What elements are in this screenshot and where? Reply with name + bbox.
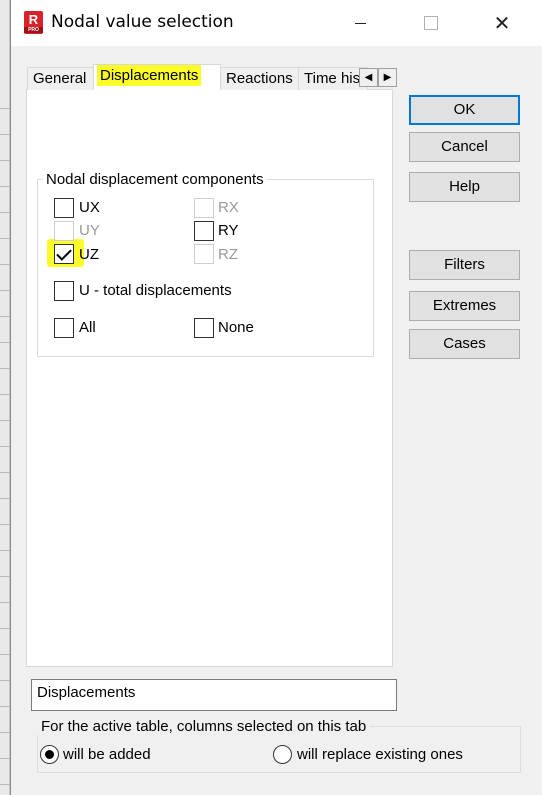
uz-label: UZ (79, 246, 99, 263)
tab-time-history[interactable]: Time his (298, 67, 368, 90)
ux-label: UX (79, 199, 100, 216)
extremes-button[interactable]: Extremes (409, 291, 520, 321)
minimize-icon (354, 22, 366, 24)
all-checkbox[interactable] (54, 318, 74, 338)
nodal-value-selection-dialog: R PRO Nodal value selection ✕ General Di… (10, 0, 542, 795)
close-button[interactable]: ✕ (479, 0, 525, 46)
background-spreadsheet-edge (0, 0, 10, 795)
tab-reactions[interactable]: Reactions (220, 67, 299, 90)
arrow-right-icon: ▶ (383, 72, 392, 83)
will-be-added-radio[interactable] (40, 745, 59, 764)
will-replace-existing-radio[interactable] (273, 745, 292, 764)
close-icon: ✕ (493, 12, 511, 35)
uy-checkbox (54, 221, 74, 241)
tab-scroll-right-button[interactable]: ▶ (378, 68, 397, 87)
u-total-displacements-label: U - total displacements (79, 282, 232, 299)
tab-displacements[interactable]: Displacements (93, 64, 221, 90)
tab-displacements-label: Displacements (97, 65, 202, 86)
app-icon-pro-label: PRO (24, 27, 43, 33)
robot-app-icon: R PRO (24, 11, 43, 34)
all-label: All (79, 319, 96, 336)
arrow-left-icon: ◀ (364, 72, 373, 83)
will-be-added-label: will be added (63, 746, 151, 763)
description-field[interactable]: Displacements (31, 679, 397, 711)
tab-general[interactable]: General (27, 67, 94, 90)
ok-button[interactable]: OK (409, 95, 520, 125)
title-bar[interactable]: R PRO Nodal value selection ✕ (11, 0, 542, 46)
rx-label: RX (218, 199, 239, 216)
u-total-displacements-checkbox[interactable] (54, 281, 74, 301)
tab-scroll-left-button[interactable]: ◀ (359, 68, 378, 87)
uy-label: UY (79, 222, 100, 239)
cases-button[interactable]: Cases (409, 329, 520, 359)
none-label: None (218, 319, 254, 336)
help-button[interactable]: Help (409, 172, 520, 202)
ry-label: RY (218, 222, 239, 239)
will-replace-existing-label: will replace existing ones (297, 746, 463, 763)
cancel-button[interactable]: Cancel (409, 132, 520, 162)
window-title: Nodal value selection (51, 12, 234, 32)
group-legend: Nodal displacement components (43, 171, 267, 188)
maximize-icon (424, 16, 438, 30)
minimize-button[interactable] (337, 0, 383, 46)
none-checkbox[interactable] (194, 318, 214, 338)
columns-options-legend: For the active table, columns selected o… (37, 718, 371, 735)
rz-label: RZ (218, 246, 238, 263)
rz-checkbox (194, 244, 214, 264)
ry-checkbox[interactable] (194, 221, 214, 241)
maximize-button (408, 0, 454, 46)
ux-checkbox[interactable] (54, 198, 74, 218)
filters-button[interactable]: Filters (409, 250, 520, 280)
rx-checkbox (194, 198, 214, 218)
uz-checkbox[interactable] (54, 244, 74, 264)
